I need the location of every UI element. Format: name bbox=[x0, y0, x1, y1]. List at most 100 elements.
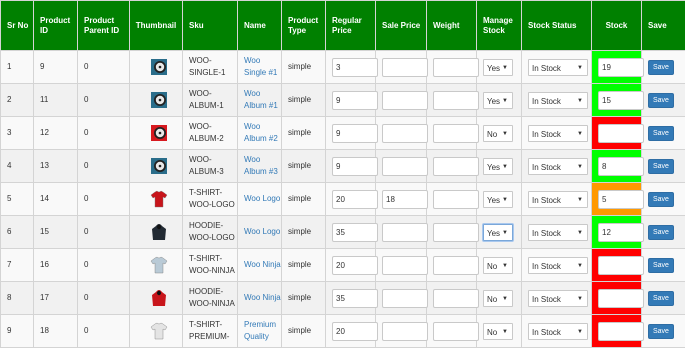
manage-stock-select[interactable]: No▼ bbox=[483, 323, 513, 340]
weight-input[interactable] bbox=[433, 58, 479, 77]
regular-price-input[interactable] bbox=[332, 157, 378, 176]
weight-cell bbox=[427, 249, 477, 282]
col-header-name: Name bbox=[238, 1, 282, 51]
product-thumbnail[interactable] bbox=[150, 57, 168, 77]
manage-stock-select[interactable]: No▼ bbox=[483, 257, 513, 274]
weight-input[interactable] bbox=[433, 289, 479, 308]
sale-price-input[interactable] bbox=[382, 223, 428, 242]
weight-input[interactable] bbox=[433, 256, 479, 275]
regular-price-input[interactable] bbox=[332, 322, 378, 341]
manage-stock-select[interactable]: Yes▼ bbox=[483, 158, 513, 175]
product-thumbnail[interactable] bbox=[150, 156, 168, 176]
save-button[interactable]: Save bbox=[648, 258, 674, 273]
product-thumbnail[interactable] bbox=[150, 321, 168, 341]
product-name-link[interactable]: Woo Ninja bbox=[244, 293, 281, 302]
stock-quantity-input[interactable] bbox=[598, 124, 644, 143]
stock-quantity-input[interactable] bbox=[598, 223, 644, 242]
sr-no-cell: 8 bbox=[1, 282, 34, 315]
sale-price-input[interactable] bbox=[382, 190, 428, 209]
manage-stock-cell: Yes▼ bbox=[477, 51, 522, 84]
regular-price-input[interactable] bbox=[332, 289, 378, 308]
stock-quantity-input[interactable] bbox=[598, 58, 644, 77]
dropdown-arrow-icon: ▼ bbox=[577, 192, 583, 209]
regular-price-input[interactable] bbox=[332, 91, 378, 110]
parent-id-cell: 0 bbox=[78, 117, 130, 150]
stock-status-select[interactable]: In Stock▼ bbox=[528, 158, 588, 175]
product-name-link[interactable]: Woo Logo bbox=[244, 194, 280, 203]
dropdown-arrow-icon: ▼ bbox=[577, 93, 583, 110]
save-button[interactable]: Save bbox=[648, 93, 674, 108]
product-name-link[interactable]: Woo Logo bbox=[244, 227, 280, 236]
manage-stock-select[interactable]: No▼ bbox=[483, 290, 513, 307]
stock-cell bbox=[592, 150, 642, 183]
sale-price-input[interactable] bbox=[382, 322, 428, 341]
stock-quantity-input[interactable] bbox=[598, 157, 644, 176]
sale-price-input[interactable] bbox=[382, 256, 428, 275]
stock-status-select[interactable]: In Stock▼ bbox=[528, 323, 588, 340]
manage-stock-select[interactable]: Yes▼ bbox=[483, 224, 513, 241]
product-id-cell: 9 bbox=[34, 51, 78, 84]
stock-status-select[interactable]: In Stock▼ bbox=[528, 257, 588, 274]
product-id-cell: 15 bbox=[34, 216, 78, 249]
stock-quantity-input[interactable] bbox=[598, 91, 644, 110]
stock-status-cell: In Stock▼ bbox=[522, 51, 592, 84]
product-name-link[interactable]: Woo Album #2 bbox=[244, 122, 278, 143]
sale-price-input[interactable] bbox=[382, 157, 428, 176]
sale-price-input[interactable] bbox=[382, 289, 428, 308]
regular-price-input[interactable] bbox=[332, 190, 378, 209]
weight-input[interactable] bbox=[433, 322, 479, 341]
product-thumbnail[interactable] bbox=[150, 189, 168, 209]
product-name-link[interactable]: Premium Quality bbox=[244, 320, 276, 341]
stock-status-select[interactable]: In Stock▼ bbox=[528, 59, 588, 76]
manage-stock-select[interactable]: Yes▼ bbox=[483, 92, 513, 109]
weight-input[interactable] bbox=[433, 157, 479, 176]
save-button[interactable]: Save bbox=[648, 126, 674, 141]
product-thumbnail[interactable] bbox=[150, 255, 168, 275]
sale-price-input[interactable] bbox=[382, 58, 428, 77]
dropdown-arrow-icon: ▼ bbox=[577, 126, 583, 143]
stock-quantity-input[interactable] bbox=[598, 190, 644, 209]
weight-input[interactable] bbox=[433, 223, 479, 242]
regular-price-input[interactable] bbox=[332, 223, 378, 242]
weight-input[interactable] bbox=[433, 190, 479, 209]
regular-price-input[interactable] bbox=[332, 58, 378, 77]
save-button[interactable]: Save bbox=[648, 324, 674, 339]
manage-stock-select[interactable]: Yes▼ bbox=[483, 59, 513, 76]
stock-status-select[interactable]: In Stock▼ bbox=[528, 191, 588, 208]
manage-stock-cell: Yes▼ bbox=[477, 150, 522, 183]
product-name-link[interactable]: Woo Single #1 bbox=[244, 56, 277, 77]
manage-stock-select[interactable]: Yes▼ bbox=[483, 191, 513, 208]
save-button[interactable]: Save bbox=[648, 60, 674, 75]
sale-price-input[interactable] bbox=[382, 91, 428, 110]
stock-status-select[interactable]: In Stock▼ bbox=[528, 92, 588, 109]
stock-status-cell: In Stock▼ bbox=[522, 249, 592, 282]
manage-stock-select[interactable]: No▼ bbox=[483, 125, 513, 142]
product-name-link[interactable]: Woo Album #1 bbox=[244, 89, 278, 110]
stock-quantity-input[interactable] bbox=[598, 322, 644, 341]
save-button[interactable]: Save bbox=[648, 225, 674, 240]
weight-input[interactable] bbox=[433, 124, 479, 143]
product-thumbnail[interactable] bbox=[150, 123, 168, 143]
product-thumbnail[interactable] bbox=[150, 222, 168, 242]
thumbnail-cell bbox=[130, 51, 183, 84]
save-button[interactable]: Save bbox=[648, 291, 674, 306]
stock-status-select[interactable]: In Stock▼ bbox=[528, 290, 588, 307]
weight-cell bbox=[427, 183, 477, 216]
save-button[interactable]: Save bbox=[648, 192, 674, 207]
regular-price-input[interactable] bbox=[332, 256, 378, 275]
product-name-link[interactable]: Woo Album #3 bbox=[244, 155, 278, 176]
regular-price-input[interactable] bbox=[332, 124, 378, 143]
product-name-link[interactable]: Woo Ninja bbox=[244, 260, 281, 269]
stock-quantity-input[interactable] bbox=[598, 289, 644, 308]
sale-price-input[interactable] bbox=[382, 124, 428, 143]
stock-status-select[interactable]: In Stock▼ bbox=[528, 224, 588, 241]
weight-input[interactable] bbox=[433, 91, 479, 110]
product-thumbnail[interactable] bbox=[150, 288, 168, 308]
product-thumbnail[interactable] bbox=[150, 90, 168, 110]
stock-quantity-input[interactable] bbox=[598, 256, 644, 275]
table-row: 9180T-SHIRT-PREMIUM-Premium Qualitysimpl… bbox=[1, 315, 685, 348]
product-id-cell: 14 bbox=[34, 183, 78, 216]
stock-status-select[interactable]: In Stock▼ bbox=[528, 125, 588, 142]
thumbnail-cell bbox=[130, 216, 183, 249]
save-button[interactable]: Save bbox=[648, 159, 674, 174]
